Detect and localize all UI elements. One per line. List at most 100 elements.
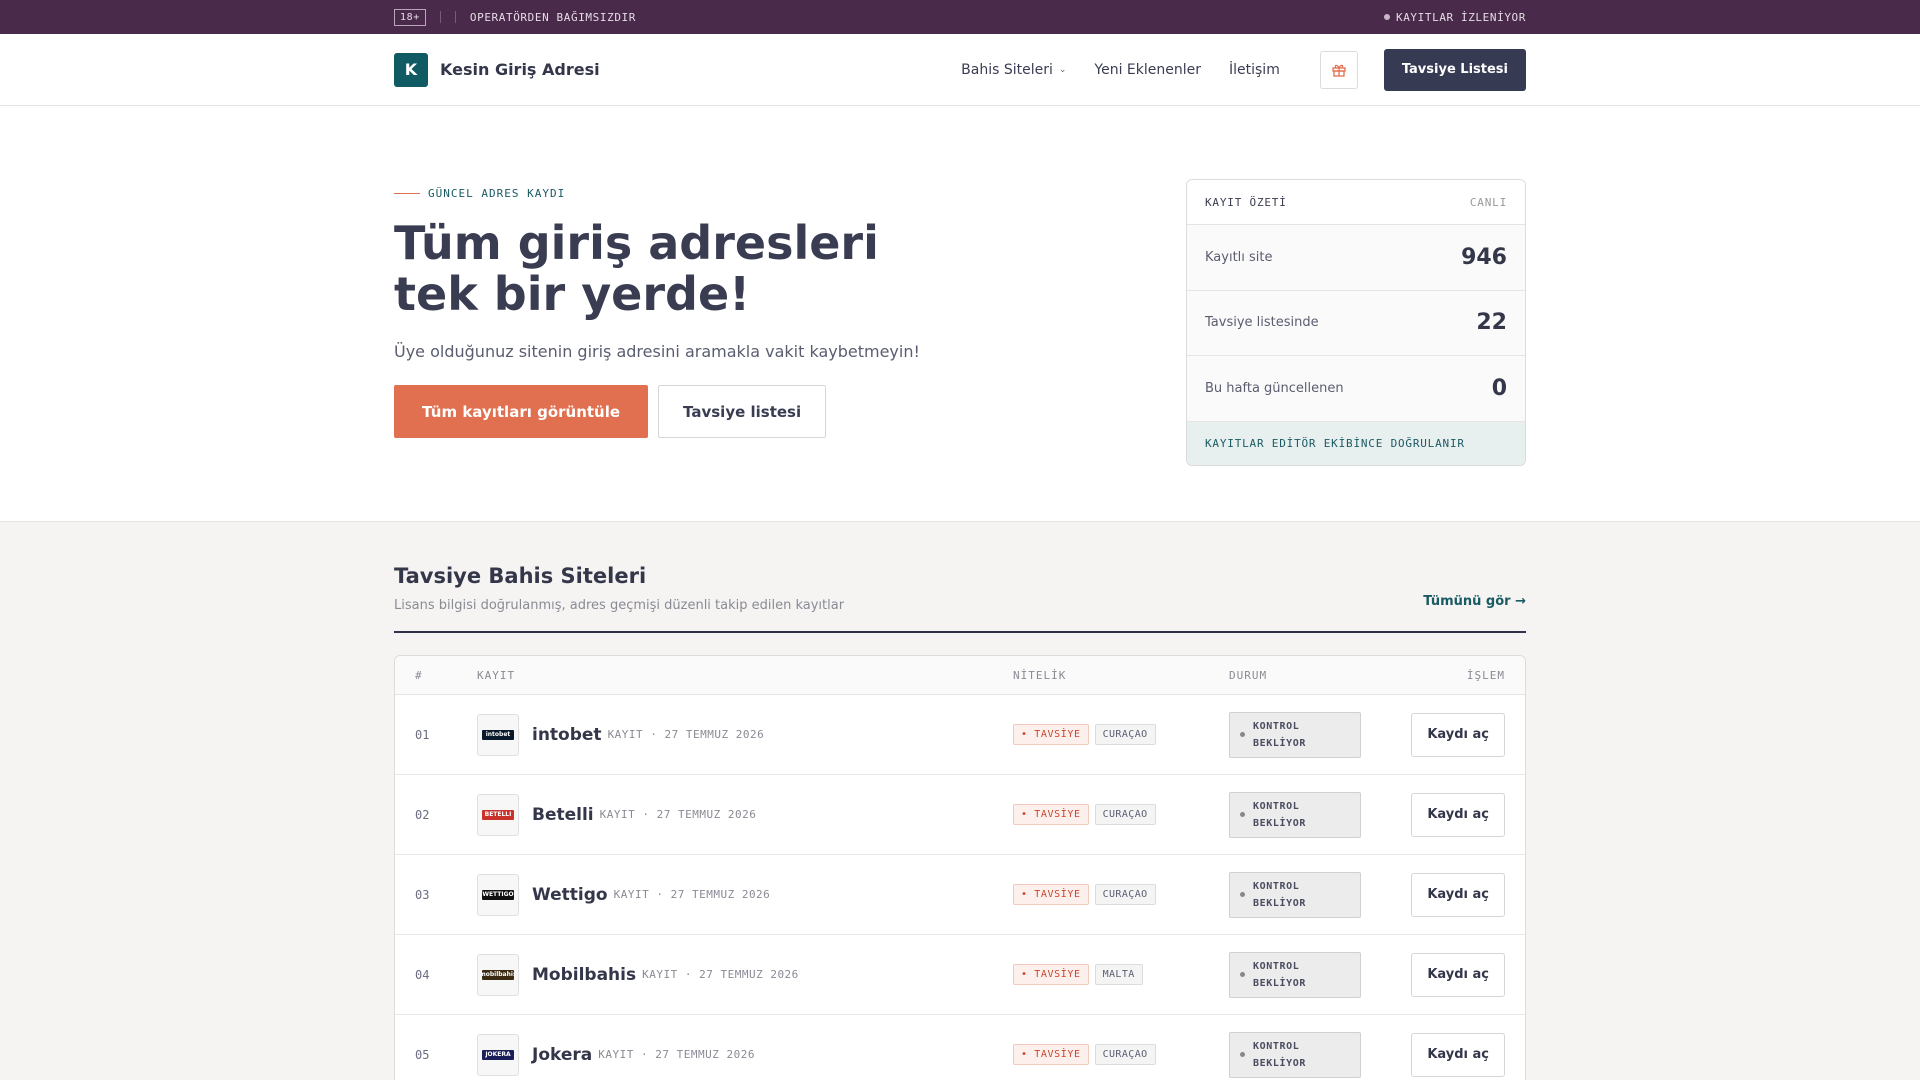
summary-label: Tavsiye listesinde xyxy=(1205,315,1319,331)
action-cell: Kaydı aç xyxy=(1379,1032,1505,1077)
open-record-button[interactable]: Kaydı aç xyxy=(1411,872,1505,917)
hero-eyebrow: GÜNCEL ADRES KAYDI xyxy=(394,187,994,200)
nav-yeni-eklenenler[interactable]: Yeni Eklenenler xyxy=(1094,62,1201,78)
section-heading: Tavsiye Bahis Siteleri Lisans bilgisi do… xyxy=(394,564,844,613)
status-cell: KONTROL BEKLİYOR xyxy=(1229,951,1379,998)
site-logo: JOKERA xyxy=(477,1033,519,1076)
summary-row: Tavsiye listesinde 22 xyxy=(1187,291,1525,356)
open-record-button[interactable]: Kaydı aç xyxy=(1411,712,1505,757)
recommend-tag: • TAVSİYE xyxy=(1013,1044,1089,1065)
attribute-cell: • TAVSİYE CURAÇAO xyxy=(1013,1044,1229,1065)
row-number: 04 xyxy=(415,967,430,982)
top-bar-right: KAYITLAR İZLENİYOR xyxy=(1383,11,1526,24)
summary-value: 946 xyxy=(1461,244,1507,270)
action-cell: Kaydı aç xyxy=(1379,952,1505,997)
license-tag: CURAÇAO xyxy=(1094,804,1156,825)
status-dot-icon xyxy=(1240,892,1245,897)
see-all-link[interactable]: Tümünü gör → xyxy=(1423,594,1526,609)
nav-iletisim[interactable]: İletişim xyxy=(1229,62,1280,78)
col-record: KAYIT xyxy=(477,668,516,682)
brand-logo-icon: K xyxy=(394,52,428,87)
recommend-tag: • TAVSİYE xyxy=(1013,884,1089,905)
col-number: # xyxy=(415,668,423,682)
brand-name: Kesin Giriş Adresi xyxy=(440,60,600,79)
attribute-cell: • TAVSİYE CURAÇAO xyxy=(1013,884,1229,905)
site-name: Mobilbahis xyxy=(532,964,637,985)
summary-header: KAYIT ÖZETİ CANLI xyxy=(1187,180,1525,225)
main-nav: Bahis Siteleri ⌄ Yeni Eklenenler İletişi… xyxy=(961,48,1526,91)
eyebrow-text: GÜNCEL ADRES KAYDI xyxy=(428,187,566,200)
hero-actions: Tüm kayıtları görüntüle Tavsiye listesi xyxy=(394,385,994,438)
recommend-tag: • TAVSİYE xyxy=(1013,964,1089,985)
section-title: Tavsiye Bahis Siteleri xyxy=(394,564,647,588)
table-body: 01 intobet intobet KAYIT · 27 TEMMUZ 202… xyxy=(395,695,1525,1080)
table-row: 01 intobet intobet KAYIT · 27 TEMMUZ 202… xyxy=(395,695,1525,775)
site-logo-icon: BETELLI xyxy=(482,809,514,820)
action-cell: Kaydı aç xyxy=(1379,792,1505,837)
status-cell: KONTROL BEKLİYOR xyxy=(1229,791,1379,838)
status-text: KONTROL BEKLİYOR xyxy=(1253,798,1306,832)
open-record-button[interactable]: Kaydı aç xyxy=(1411,952,1505,997)
open-record-button[interactable]: Kaydı aç xyxy=(1411,1032,1505,1077)
status-dot-icon xyxy=(1240,812,1245,817)
status-badge: KONTROL BEKLİYOR xyxy=(1229,1031,1361,1078)
records-table: # KAYIT NİTELİK DURUM İŞLEM 01 intobet i… xyxy=(394,655,1526,1080)
attribute-cell: • TAVSİYE CURAÇAO xyxy=(1013,804,1229,825)
row-number: 05 xyxy=(415,1047,430,1062)
row-number: 02 xyxy=(415,807,430,822)
view-all-records-button[interactable]: Tüm kayıtları görüntüle xyxy=(394,385,649,438)
disclaimer-text: OPERATÖRDEN BAĞIMSIZDIR xyxy=(469,10,636,24)
status-line: BEKLİYOR xyxy=(1253,1057,1306,1069)
brand-link[interactable]: K Kesin Giriş Adresi xyxy=(394,52,600,87)
recommend-tag-label: TAVSİYE xyxy=(1034,1049,1081,1060)
status-line: KONTROL xyxy=(1253,800,1300,812)
col-status: DURUM xyxy=(1229,668,1268,682)
table-row: 05 JOKERA Jokera KAYIT · 27 TEMMUZ 2026 … xyxy=(395,1015,1525,1080)
summary-title: KAYIT ÖZETİ xyxy=(1205,195,1287,209)
record-meta: KAYIT · 27 TEMMUZ 2026 xyxy=(598,1048,755,1061)
site-logo-icon: intobet xyxy=(482,729,514,740)
row-number: 01 xyxy=(415,727,430,742)
record-cell: JOKERA Jokera KAYIT · 27 TEMMUZ 2026 xyxy=(477,1033,1013,1076)
record-summary-card: KAYIT ÖZETİ CANLI Kayıtlı site 946 Tavsi… xyxy=(1186,179,1526,466)
license-tag: CURAÇAO xyxy=(1094,1044,1156,1065)
record-cell: BETELLI Betelli KAYIT · 27 TEMMUZ 2026 xyxy=(477,793,1013,836)
status-line: KONTROL xyxy=(1253,1040,1300,1052)
site-logo: intobet xyxy=(477,713,519,756)
status-badge: KONTROL BEKLİYOR xyxy=(1229,711,1361,758)
hero-content: GÜNCEL ADRES KAYDI Tüm giriş adresleri t… xyxy=(394,172,994,521)
record-meta: KAYIT · 27 TEMMUZ 2026 xyxy=(613,888,771,901)
attribute-cell: • TAVSİYE MALTA xyxy=(1013,964,1229,985)
action-cell: Kaydı aç xyxy=(1379,712,1505,757)
gift-icon xyxy=(1332,64,1346,77)
eyebrow-line xyxy=(394,193,420,194)
site-logo: mobilbahis xyxy=(477,953,519,996)
section-subtitle: Lisans bilgisi doğrulanmış, adres geçmiş… xyxy=(394,598,845,613)
license-tag: MALTA xyxy=(1094,964,1143,985)
site-name: Betelli xyxy=(532,804,594,825)
status-line: BEKLİYOR xyxy=(1253,897,1306,909)
recommend-tag: • TAVSİYE xyxy=(1013,804,1089,825)
col-action: İŞLEM xyxy=(1466,668,1505,682)
status-dot-icon xyxy=(1240,972,1245,977)
open-record-button[interactable]: Kaydı aç xyxy=(1411,792,1505,837)
status-line: BEKLİYOR xyxy=(1253,817,1306,829)
divider xyxy=(454,11,456,23)
status-badge: KONTROL BEKLİYOR xyxy=(1229,871,1361,918)
status-text: KONTROL BEKLİYOR xyxy=(1253,878,1306,912)
site-header: K Kesin Giriş Adresi Bahis Siteleri ⌄ Ye… xyxy=(0,34,1920,106)
hero-title: Tüm giriş adresleri tek bir yerde! xyxy=(394,216,879,321)
status-badge: KONTROL BEKLİYOR xyxy=(1229,951,1361,998)
summary-row: Bu hafta güncellenen 0 xyxy=(1187,356,1525,422)
site-name: Jokera xyxy=(532,1044,593,1065)
table-row: 02 BETELLI Betelli KAYIT · 27 TEMMUZ 202… xyxy=(395,775,1525,855)
recommendation-list-button[interactable]: Tavsiye Listesi xyxy=(1383,48,1526,91)
gift-button[interactable] xyxy=(1319,50,1358,89)
top-bar-left: 18+ OPERATÖRDEN BAĞIMSIZDIR xyxy=(394,8,636,26)
summary-footer: KAYITLAR EDİTÖR EKİBİNCE DOĞRULANIR xyxy=(1187,421,1525,465)
summary-row: Kayıtlı site 946 xyxy=(1187,225,1525,291)
recommendation-list-link[interactable]: Tavsiye listesi xyxy=(658,385,827,438)
nav-bahis-siteleri[interactable]: Bahis Siteleri ⌄ xyxy=(961,62,1066,78)
live-badge: CANLI xyxy=(1469,195,1507,209)
recommend-tag-label: TAVSİYE xyxy=(1034,809,1081,820)
